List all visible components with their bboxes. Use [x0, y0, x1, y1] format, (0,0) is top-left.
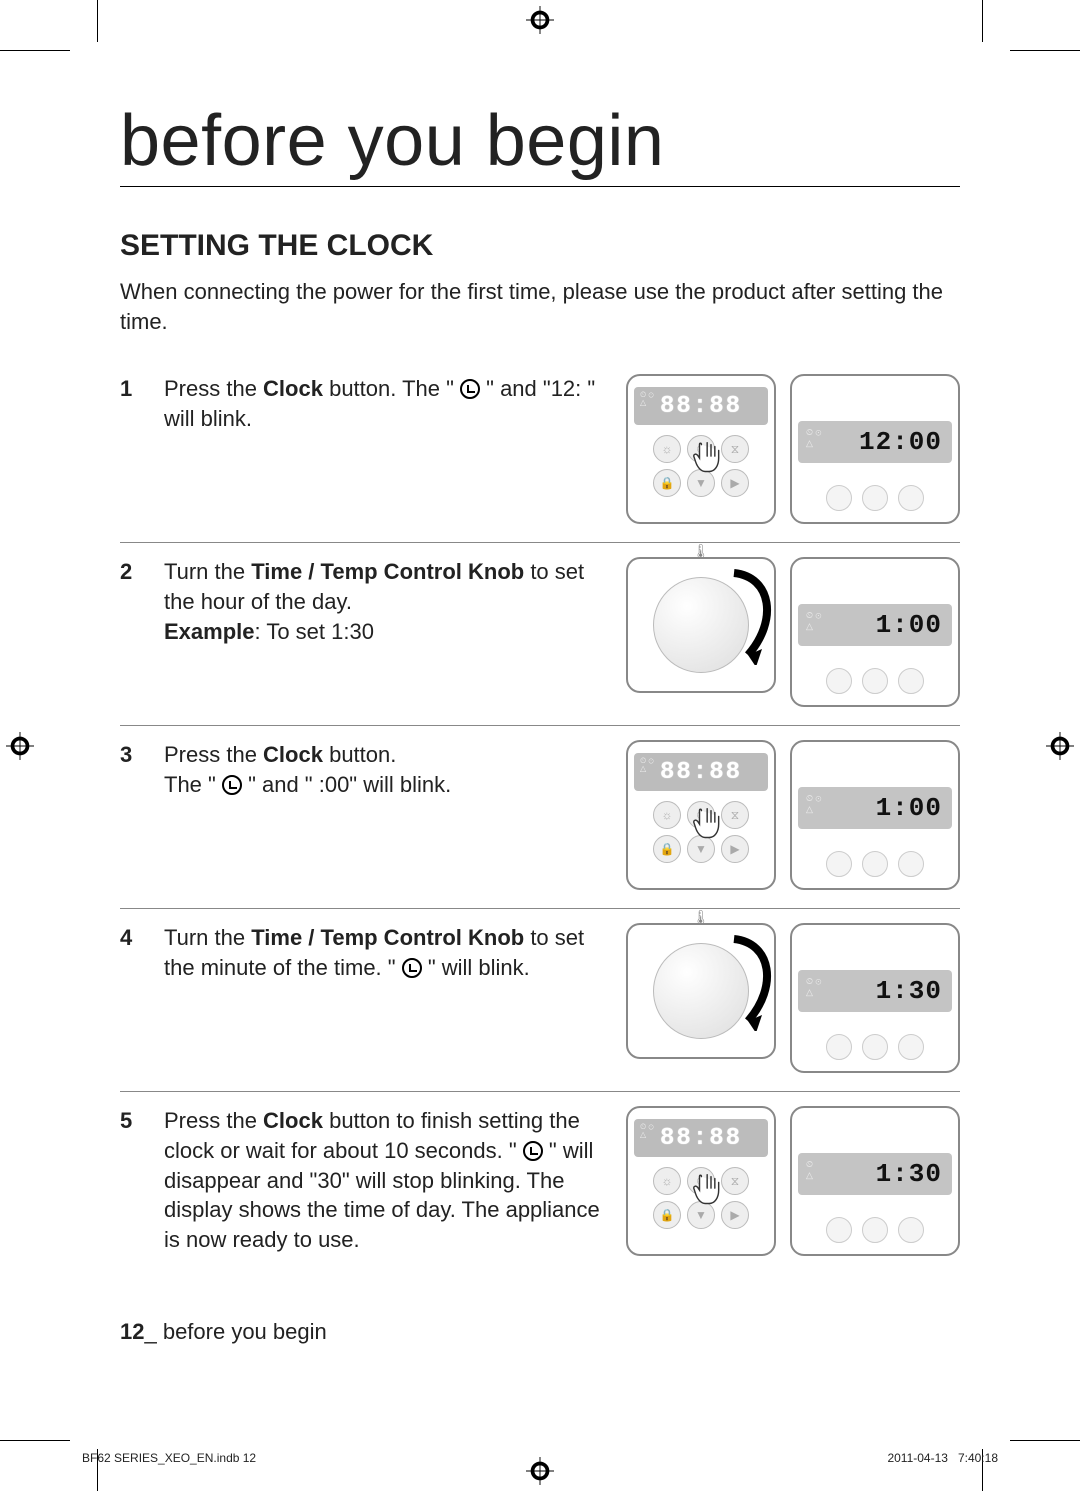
crop-mark [0, 50, 70, 51]
step-illustrations: ⏲ ⊙△88:88 ☼⏱⧖ 🔒▼▶ ⏲ ⊙△12:00 [626, 374, 960, 524]
result-button [826, 851, 852, 877]
hand-press-icon [688, 1169, 734, 1215]
result-button [826, 668, 852, 694]
hand-press-icon [688, 437, 734, 483]
result-button [862, 485, 888, 511]
crop-mark [0, 1440, 70, 1441]
clock-icon [222, 775, 242, 795]
registration-mark-right [1046, 732, 1074, 760]
step-illustrations: ⏲ ⊙△88:88 ☼⏱⧖ 🔒▼▶ ⏲△1:30 [626, 1106, 960, 1256]
control-panel-press: ⏲ ⊙△88:88 ☼⏱⧖ 🔒▼▶ [626, 1106, 776, 1256]
light-button: ☼ [653, 1167, 681, 1195]
step-text: Press the Clock button. The " " and " :0… [164, 740, 626, 890]
step-illustrations: ⏲ ⊙△88:88 ☼⏱⧖ 🔒▼▶ ⏲ ⊙△1:00 [626, 740, 960, 890]
result-lcd: ⏲ ⊙△1:30 [798, 970, 952, 1012]
page-content: before you begin SETTING THE CLOCK When … [120, 100, 960, 1301]
footer-text: _ before you begin [144, 1319, 326, 1344]
result-button [898, 485, 924, 511]
lcd-display: ⏲ ⊙△88:88 [634, 753, 768, 791]
step-text: Turn the Time / Temp Control Knob to set… [164, 557, 626, 707]
result-button [898, 851, 924, 877]
result-button [862, 1034, 888, 1060]
result-button [862, 851, 888, 877]
lcd-display: ⏲ ⊙△88:88 [634, 1119, 768, 1157]
lock-button: 🔒 [653, 469, 681, 497]
step-2: 2 Turn the Time / Temp Control Knob to s… [120, 543, 960, 726]
crop-mark [1010, 1440, 1080, 1441]
result-button [826, 1034, 852, 1060]
registration-mark-bottom [526, 1457, 554, 1485]
thermometer-icon: 🌡 [692, 543, 710, 560]
control-knob-panel: 🌡 [626, 557, 776, 693]
file-meta-right: 2011-04-13 7:40:18 [887, 1451, 998, 1465]
crop-mark [97, 0, 98, 42]
result-button [862, 668, 888, 694]
intro-text: When connecting the power for the first … [120, 277, 960, 336]
step-1: 1 Press the Clock button. The " " and "1… [120, 360, 960, 543]
step-number: 4 [120, 923, 164, 1073]
registration-mark-left [6, 732, 34, 760]
registration-mark-top [526, 6, 554, 34]
step-text: Turn the Time / Temp Control Knob to set… [164, 923, 626, 1073]
result-button [898, 1034, 924, 1060]
rotate-clockwise-icon [722, 931, 782, 1031]
step-text: Press the Clock button to finish setting… [164, 1106, 626, 1256]
hand-press-icon [688, 803, 734, 849]
result-lcd: ⏲ ⊙△1:00 [798, 604, 952, 646]
step-5: 5 Press the Clock button to finish setti… [120, 1092, 960, 1274]
result-button [862, 1217, 888, 1243]
crop-mark [1010, 50, 1080, 51]
lock-button: 🔒 [653, 1201, 681, 1229]
crop-mark [982, 0, 983, 42]
light-button: ☼ [653, 801, 681, 829]
result-lcd: ⏲△1:30 [798, 1153, 952, 1195]
step-illustrations: 🌡 ⏲ ⊙△1:00 [626, 557, 960, 707]
result-button [826, 485, 852, 511]
control-panel-press: ⏲ ⊙△88:88 ☼⏱⧖ 🔒▼▶ [626, 740, 776, 890]
result-button [826, 1217, 852, 1243]
result-button [898, 1217, 924, 1243]
clock-icon [523, 1141, 543, 1161]
result-panel: ⏲ ⊙△12:00 [790, 374, 960, 524]
page-title: before you begin [120, 100, 960, 187]
step-4: 4 Turn the Time / Temp Control Knob to s… [120, 909, 960, 1092]
result-lcd: ⏲ ⊙△1:00 [798, 787, 952, 829]
light-button: ☼ [653, 435, 681, 463]
clock-icon [460, 379, 480, 399]
clock-icon [402, 958, 422, 978]
file-meta-left: BF62 SERIES_XEO_EN.indb 12 [82, 1451, 256, 1465]
control-knob-panel: 🌡 [626, 923, 776, 1059]
result-panel: ⏲ ⊙△1:30 [790, 923, 960, 1073]
step-number: 2 [120, 557, 164, 707]
result-button [898, 668, 924, 694]
result-lcd: ⏲ ⊙△12:00 [798, 421, 952, 463]
thermometer-icon: 🌡 [692, 909, 710, 926]
rotate-clockwise-icon [722, 565, 782, 665]
result-panel: ⏲ ⊙△1:00 [790, 557, 960, 707]
control-panel-press: ⏲ ⊙△88:88 ☼⏱⧖ 🔒▼▶ [626, 374, 776, 524]
step-illustrations: 🌡 ⏲ ⊙△1:30 [626, 923, 960, 1073]
step-number: 3 [120, 740, 164, 890]
step-number: 5 [120, 1106, 164, 1256]
page-number: 12 [120, 1319, 144, 1344]
section-heading: SETTING THE CLOCK [120, 229, 960, 263]
lcd-display: ⏲ ⊙△88:88 [634, 387, 768, 425]
step-3: 3 Press the Clock button. The " " and " … [120, 726, 960, 909]
result-panel: ⏲ ⊙△1:00 [790, 740, 960, 890]
step-text: Press the Clock button. The " " and "12:… [164, 374, 626, 524]
page-footer: 12_ before you begin [120, 1319, 327, 1345]
step-number: 1 [120, 374, 164, 524]
lock-button: 🔒 [653, 835, 681, 863]
result-panel: ⏲△1:30 [790, 1106, 960, 1256]
